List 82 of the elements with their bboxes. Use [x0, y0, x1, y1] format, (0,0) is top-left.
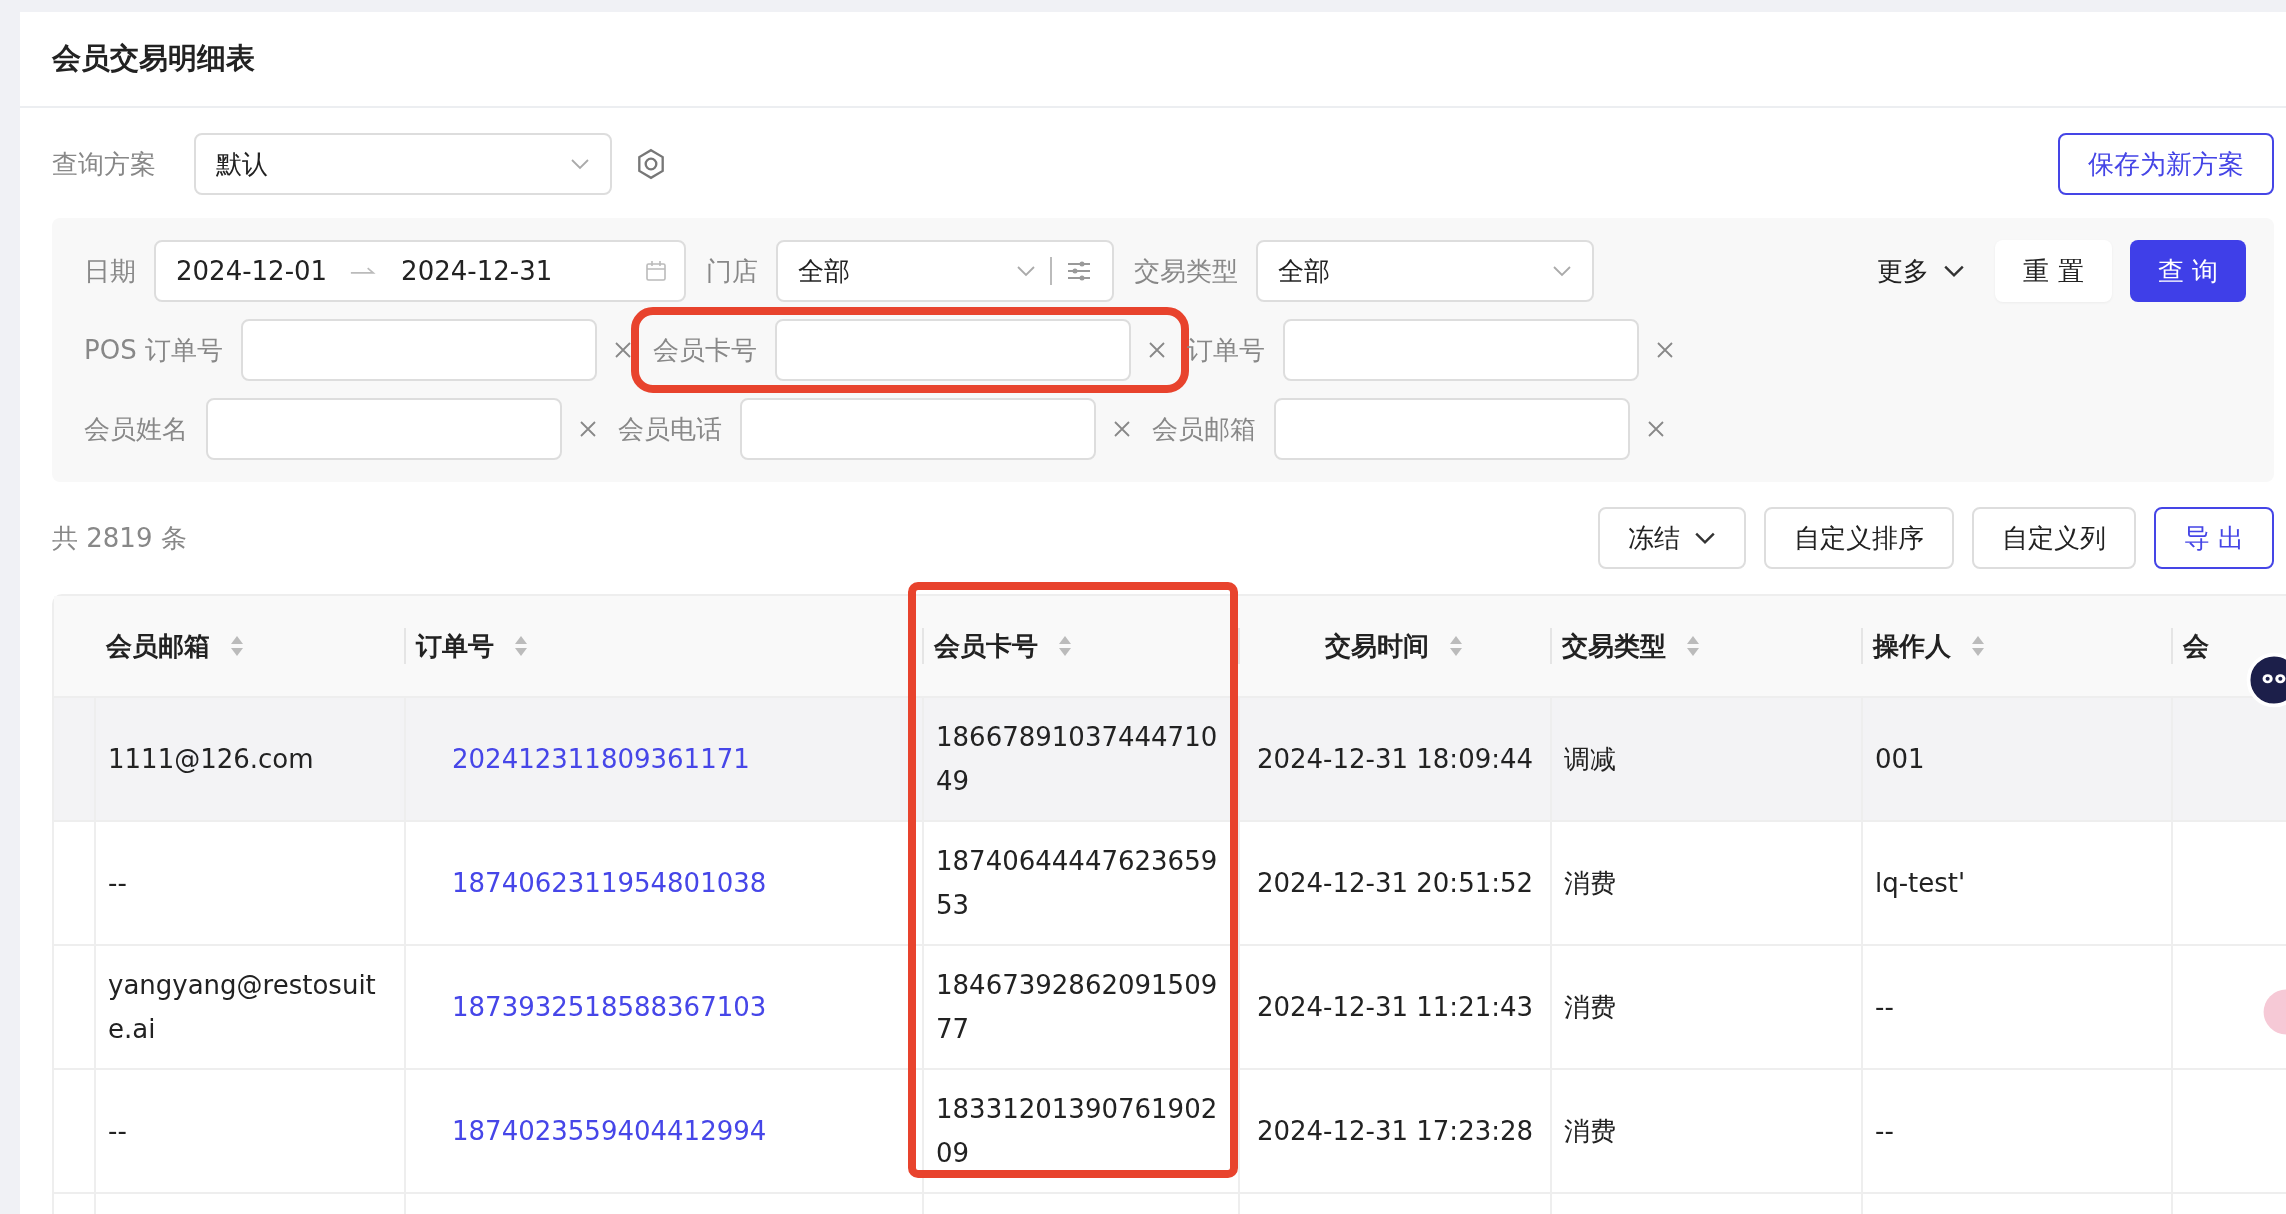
- table-cell-text: --: [108, 1115, 127, 1148]
- table-cell-text: 1111@126.com: [108, 743, 314, 776]
- table-cell-text: 1866789103744471049: [936, 721, 1219, 798]
- column-header[interactable]: 会: [2183, 628, 2209, 664]
- filter-label: POS 订单号: [84, 333, 223, 367]
- filter-label: 会员邮箱: [1152, 412, 1256, 446]
- sort-icon[interactable]: [1686, 634, 1700, 658]
- table-cell-text: 调减: [1564, 743, 1616, 776]
- input-field[interactable]: [240, 319, 597, 381]
- order-link[interactable]: 202412311809361171: [418, 737, 750, 781]
- input-field[interactable]: [740, 398, 1096, 460]
- sort-icon[interactable]: [1971, 634, 1985, 658]
- filter-label: 门店: [706, 254, 758, 288]
- save-scheme-button[interactable]: 保存为新方案: [2058, 133, 2274, 195]
- table-cell-text: 消费: [1564, 867, 1616, 900]
- column-header[interactable]: 会员邮箱: [106, 628, 210, 664]
- table-cell-text: 2024-12-31 20:51:52: [1256, 867, 1534, 900]
- assistant-avatar-icon[interactable]: [2246, 652, 2286, 708]
- filter-label: 会员姓名: [84, 412, 188, 446]
- table-cell-text: 1874064444762365953: [936, 845, 1219, 922]
- calendar-icon: [644, 259, 668, 283]
- table-cell-text: 2024-12-31 17:23:28: [1256, 1115, 1534, 1148]
- table-cell-text: 消费: [1564, 991, 1616, 1024]
- sort-icon[interactable]: [230, 634, 244, 658]
- column-header[interactable]: 交易时间: [1325, 628, 1429, 664]
- clear-icon[interactable]: [612, 340, 633, 360]
- column-header[interactable]: 会员卡号: [934, 628, 1038, 664]
- scheme-select[interactable]: 默认: [194, 133, 612, 195]
- page-title: 会员交易明细表: [52, 40, 255, 77]
- sort-icon[interactable]: [514, 634, 528, 658]
- record-count: 共 2819 条: [52, 521, 187, 555]
- input-field[interactable]: [774, 319, 1131, 381]
- column-header[interactable]: 订单号: [416, 628, 494, 664]
- input-field[interactable]: [1274, 398, 1630, 460]
- filter-label: 交易类型: [1134, 254, 1238, 288]
- reset-button[interactable]: 重 置: [1995, 240, 2112, 302]
- freeze-dropdown-button[interactable]: 冻结: [1597, 507, 1746, 569]
- order-link[interactable]: 1874062311954801038: [418, 861, 767, 905]
- table-cell-text: 消费: [1564, 1115, 1616, 1148]
- toolbar-button[interactable]: 自定义排序: [1763, 507, 1954, 569]
- input-field[interactable]: [206, 398, 562, 460]
- table-cell-text: yangyang@restosuite.ai: [108, 969, 377, 1046]
- query-button[interactable]: 查 询: [2129, 240, 2246, 302]
- sort-icon[interactable]: [1449, 634, 1463, 658]
- sliders-icon[interactable]: [1066, 259, 1092, 283]
- toolbar-button[interactable]: 自定义列: [1971, 507, 2136, 569]
- table-cell-text: 1833120139076190209: [936, 1093, 1219, 1170]
- column-header[interactable]: 操作人: [1873, 628, 1951, 664]
- chevron-down-icon: [570, 158, 590, 170]
- start-date: 2024-12-01: [176, 256, 328, 286]
- clear-icon[interactable]: [1112, 419, 1132, 439]
- table-cell-text: --: [108, 867, 127, 900]
- clear-icon[interactable]: [578, 419, 598, 439]
- chevron-down-icon: [1016, 265, 1036, 277]
- order-link[interactable]: 1874023559404412994: [418, 1109, 767, 1153]
- select-field[interactable]: 全部: [776, 240, 1114, 302]
- filter-label: 会员卡号: [652, 333, 757, 367]
- order-link[interactable]: 1873932518588367103: [418, 985, 767, 1029]
- table-cell-text: 001: [1875, 743, 1925, 776]
- filter-label: 日期: [84, 254, 136, 288]
- table-cell-text: --: [1875, 1115, 1894, 1148]
- sort-icon[interactable]: [1058, 634, 1072, 658]
- chevron-down-icon: [1693, 531, 1716, 545]
- chevron-down-icon: [1552, 265, 1572, 277]
- export-button[interactable]: 导 出: [2153, 507, 2274, 569]
- table-cell-text: lq-test': [1875, 867, 1966, 900]
- table-cell-text: 1846739286209150977: [936, 969, 1219, 1046]
- clear-icon[interactable]: [1646, 419, 1666, 439]
- date-range-field[interactable]: 2024-12-01 2024-12-31: [154, 240, 686, 302]
- column-header[interactable]: 交易类型: [1562, 628, 1666, 664]
- scheme-label: 查询方案: [52, 147, 157, 181]
- filter-label: 会员电话: [618, 412, 722, 446]
- end-date: 2024-12-31: [401, 256, 553, 286]
- table-cell-text: --: [1875, 991, 1894, 1024]
- table-cell-text: 2024-12-31 11:21:43: [1256, 991, 1534, 1024]
- table-cell-text: 2024-12-31 18:09:44: [1256, 743, 1534, 776]
- clear-icon[interactable]: [1146, 340, 1167, 360]
- more-filters-button[interactable]: 更多: [1877, 253, 1966, 289]
- select-field[interactable]: 全部: [1256, 240, 1594, 302]
- clear-icon[interactable]: [1654, 340, 1675, 360]
- input-field[interactable]: [1282, 319, 1639, 381]
- chevron-down-icon: [1943, 264, 1966, 278]
